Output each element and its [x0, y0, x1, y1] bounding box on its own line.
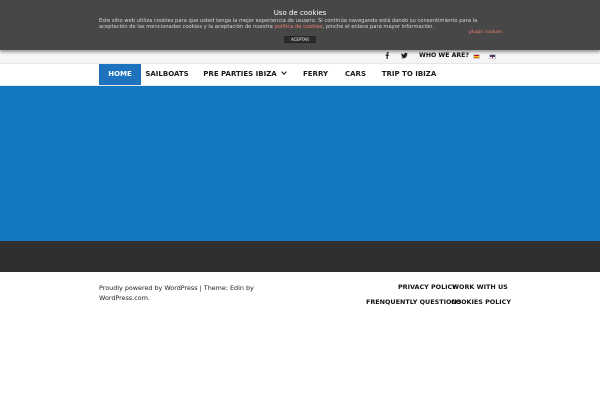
nav-item-ferry[interactable]: FERRY — [299, 64, 332, 85]
cookie-plugin-link[interactable]: plugin cookies — [469, 30, 502, 35]
footer-widget-band — [0, 241, 600, 272]
cookie-policy-link[interactable]: política de cookies — [274, 24, 322, 30]
cookie-notice-text-after: , pinche el enlace para mayor informació… — [322, 23, 435, 30]
frequently-questions-link[interactable]: FRENQUENTLY QUESTIONS — [366, 298, 461, 306]
cookies-policy-link[interactable]: COOKIES POLICY — [451, 298, 511, 306]
twitter-icon[interactable] — [401, 52, 408, 61]
work-with-us-link[interactable]: WORK WITH US — [452, 283, 508, 291]
cookie-notice-bar: Uso de cookies Este sitio web utiliza co… — [0, 0, 600, 50]
privacy-policy-link[interactable]: PRIVACY POLICY — [398, 283, 457, 291]
cookie-notice-text: Este sitio web utiliza cookies para que … — [99, 18, 503, 30]
spanish-flag-icon[interactable] — [473, 54, 480, 59]
hero-banner — [0, 86, 600, 241]
nav-item-sailboats[interactable]: SAILBOATS — [144, 64, 190, 85]
nav-item-pre-parties-ibiza[interactable]: PRE PARTIES IBIZA — [200, 64, 280, 85]
nav-item-home[interactable]: HOME — [99, 64, 141, 85]
footer-credit: Proudly powered by WordPress | Theme: Ed… — [99, 284, 254, 302]
who-we-are-link[interactable]: WHO WE ARE? — [419, 52, 469, 59]
nav-item-trip-to-ibiza[interactable]: TRIP TO IBIZA — [380, 64, 438, 85]
nav-item-cars[interactable]: CARS — [342, 64, 369, 85]
page: Uso de cookies Este sitio web utiliza co… — [0, 0, 600, 400]
cookie-notice-title: Uso de cookies — [273, 9, 327, 17]
top-utility-bar — [0, 50, 600, 64]
cookie-accept-button[interactable]: ACEPTAR — [284, 36, 316, 43]
english-flag-icon[interactable] — [489, 54, 496, 59]
facebook-icon[interactable] — [384, 52, 390, 61]
